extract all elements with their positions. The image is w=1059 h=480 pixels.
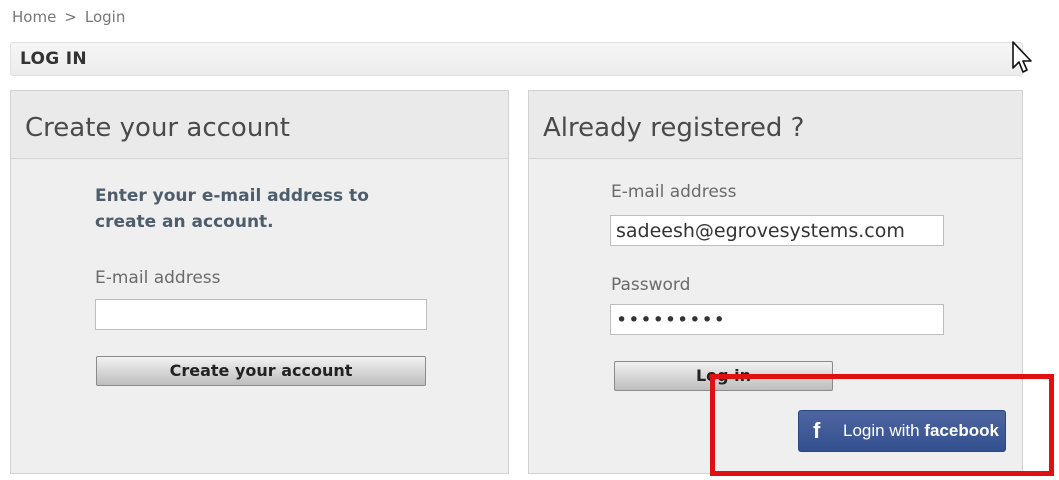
breadcrumb-home-link[interactable]: Home <box>12 8 56 26</box>
password-input[interactable] <box>610 304 944 335</box>
login-email-input[interactable] <box>610 215 944 246</box>
breadcrumb: Home > Login <box>12 8 125 26</box>
create-email-input[interactable] <box>95 299 427 330</box>
intro-line-2: create an account. <box>95 212 274 232</box>
password-label: Password <box>611 275 691 295</box>
breadcrumb-current: Login <box>84 8 126 26</box>
login-email-label: E-mail address <box>611 182 737 202</box>
create-account-heading: Create your account <box>11 91 508 159</box>
highlight-box <box>710 374 1054 476</box>
page-title-bar: LOG IN <box>10 42 1023 76</box>
breadcrumb-separator: > <box>64 8 77 26</box>
login-heading: Already registered ? <box>529 91 1022 159</box>
create-account-button[interactable]: Create your account <box>96 356 426 386</box>
mouse-pointer-icon <box>1012 41 1032 73</box>
create-account-panel: Create your account Enter your e-mail ad… <box>10 90 509 474</box>
create-account-intro: Enter your e-mail address to create an a… <box>95 183 369 235</box>
page-title: LOG IN <box>20 49 87 69</box>
create-email-label: E-mail address <box>95 268 221 288</box>
intro-line-1: Enter your e-mail address to <box>95 186 369 206</box>
